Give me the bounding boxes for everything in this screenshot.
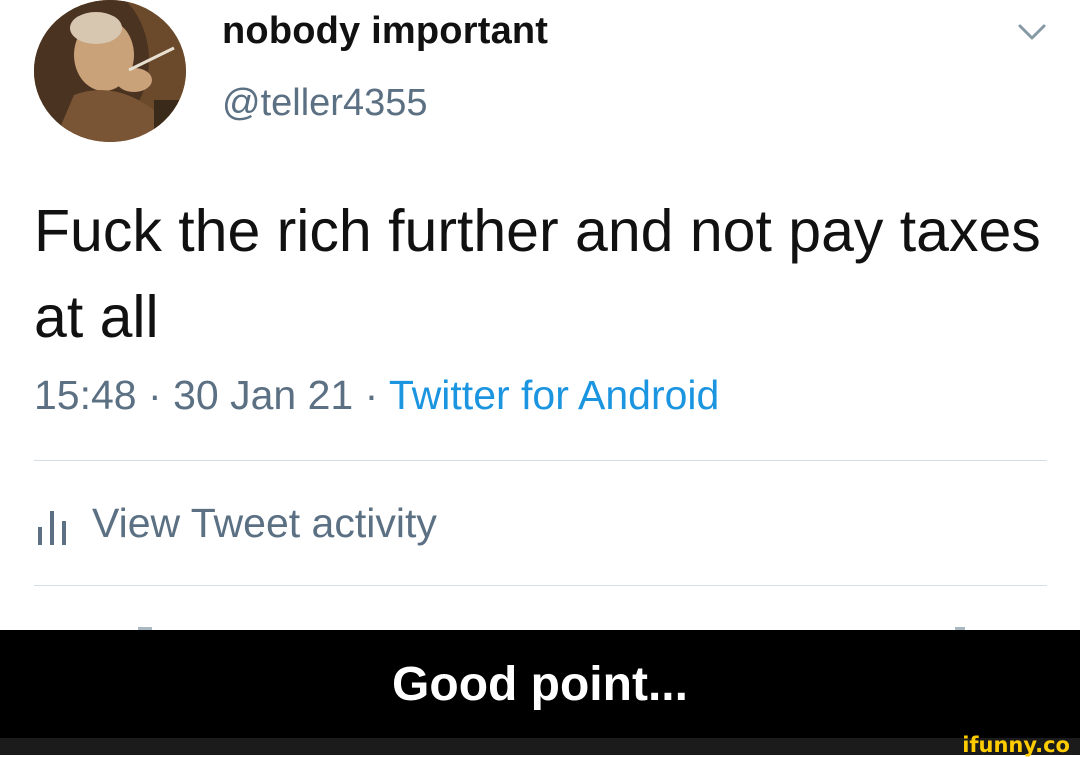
tweet-source-link[interactable]: Twitter for Android xyxy=(389,372,719,418)
watermark: ifunny.co xyxy=(962,733,1070,757)
activity-label: View Tweet activity xyxy=(92,500,437,546)
bar-chart-icon xyxy=(38,510,66,545)
divider xyxy=(34,460,1047,461)
display-name[interactable]: nobody important xyxy=(222,10,548,53)
chevron-down-icon[interactable] xyxy=(1017,22,1047,42)
view-tweet-activity-button[interactable]: View Tweet activity xyxy=(34,500,437,547)
next-row-icons-peek xyxy=(138,627,965,630)
user-handle[interactable]: @teller4355 xyxy=(222,82,427,125)
tweet-date: 30 Jan 21 xyxy=(173,372,354,418)
meta-separator: · xyxy=(148,372,162,418)
caption-text: Good point... xyxy=(392,657,688,711)
tweet-text: Fuck the rich further and not pay taxes … xyxy=(34,198,1041,350)
divider xyxy=(34,585,1047,586)
tweet-meta: 15:48 · 30 Jan 21 · Twitter for Android xyxy=(34,372,719,419)
tweet-time: 15:48 xyxy=(34,372,137,418)
meta-separator: · xyxy=(364,372,379,418)
profile-avatar[interactable] xyxy=(34,0,186,142)
avatar-painting xyxy=(34,0,186,142)
footer-bar xyxy=(0,738,1080,755)
tweet-card: nobody important @teller4355 Fuck the ri… xyxy=(0,0,1080,630)
caption-banner: Good point... xyxy=(0,630,1080,738)
